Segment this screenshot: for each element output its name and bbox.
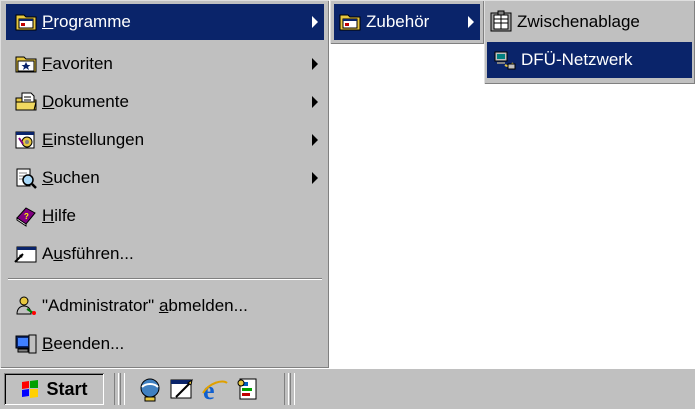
- shutdown-icon: [14, 332, 38, 356]
- settings-icon: [14, 128, 38, 152]
- accessories-item-label: DFÜ-Netzwerk: [521, 50, 633, 69]
- start-menu-item-favoriten[interactable]: Favoriten: [6, 46, 324, 82]
- quick-launch-divider: [120, 373, 125, 405]
- accessories-folder-icon: [338, 10, 362, 34]
- channels-icon[interactable]: [234, 375, 262, 403]
- programs-item-zubehoer[interactable]: Zubehör: [334, 4, 480, 40]
- start-button[interactable]: Start: [4, 373, 104, 405]
- start-menu-item-label: "Administrator" abmelden...: [42, 296, 248, 315]
- start-menu-item-suchen[interactable]: Suchen: [6, 160, 324, 196]
- start-menu-item-label: Hilfe: [42, 206, 77, 225]
- quick-launch-divider: [114, 373, 119, 405]
- submenu-arrow-icon: [312, 16, 318, 28]
- windows-logo-icon: [20, 379, 42, 399]
- start-menu-item-hilfe[interactable]: ? Hilfe: [6, 198, 324, 234]
- search-icon: [14, 166, 38, 190]
- svg-text:?: ?: [24, 212, 29, 221]
- taskbar-divider: [284, 373, 289, 405]
- clipboard-icon: [489, 10, 513, 34]
- programs-submenu: Zubehör: [330, 0, 484, 44]
- start-menu-item-abmelden[interactable]: "Administrator" abmelden...: [6, 288, 324, 324]
- accessories-item-zwischenablage[interactable]: Zwischenablage: [487, 4, 692, 40]
- start-menu-item-label: Ausführen...: [42, 244, 134, 263]
- start-menu-item-label: Beenden...: [42, 334, 125, 353]
- documents-folder-icon: [14, 90, 38, 114]
- accessories-item-dfue-netzwerk[interactable]: DFÜ-Netzwerk: [487, 42, 692, 78]
- submenu-arrow-icon: [468, 16, 474, 28]
- start-menu-item-label: Dokumente: [42, 92, 129, 111]
- menu-separator: [8, 278, 322, 280]
- start-menu-item-dokumente[interactable]: Dokumente: [6, 84, 324, 120]
- programs-item-label: Zubehör: [366, 12, 430, 31]
- start-menu-item-ausfuehren[interactable]: Ausführen...: [6, 236, 324, 272]
- favorites-folder-icon: [14, 52, 38, 76]
- start-menu-item-label: Suchen: [42, 168, 100, 187]
- help-book-icon: ?: [14, 204, 38, 228]
- start-menu-item-einstellungen[interactable]: Einstellungen: [6, 122, 324, 158]
- internet-explorer-icon[interactable]: e: [201, 375, 229, 405]
- start-menu-item-label: Einstellungen: [42, 130, 145, 149]
- start-menu-item-beenden[interactable]: Beenden...: [6, 326, 324, 362]
- logoff-icon: [14, 294, 38, 318]
- programs-folder-icon: [14, 10, 38, 34]
- submenu-arrow-icon: [312, 172, 318, 184]
- dialup-network-icon: [493, 48, 517, 72]
- start-menu-item-label: Programme: [42, 12, 131, 31]
- start-menu-item-label: Favoriten: [42, 54, 113, 73]
- start-menu-item-programme[interactable]: Programme: [6, 4, 324, 40]
- submenu-arrow-icon: [312, 58, 318, 70]
- accessories-item-label: Zwischenablage: [517, 12, 640, 31]
- start-menu: Programme Favoriten Dokumente Einstellun…: [0, 0, 329, 368]
- accessories-submenu: Zwischenablage DFÜ-Netzwerk: [484, 0, 695, 84]
- submenu-arrow-icon: [312, 134, 318, 146]
- taskbar: Start e: [0, 368, 695, 409]
- start-button-label: Start: [46, 378, 88, 399]
- outlook-express-icon[interactable]: [136, 375, 164, 403]
- show-desktop-icon[interactable]: [168, 375, 196, 403]
- taskbar-divider: [290, 373, 295, 405]
- run-icon: [14, 242, 38, 266]
- submenu-arrow-icon: [312, 96, 318, 108]
